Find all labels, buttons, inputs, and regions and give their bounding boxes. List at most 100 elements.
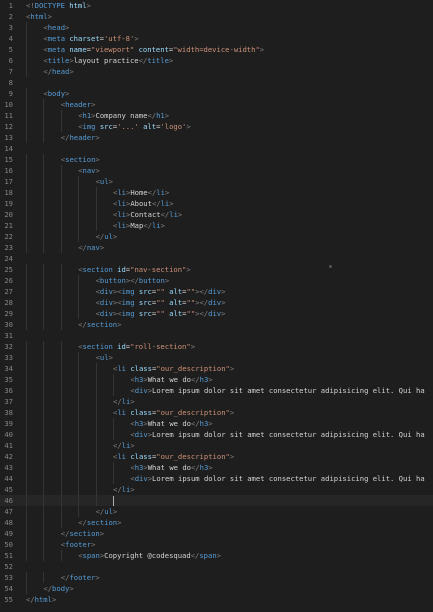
code-line[interactable]: 45 </li> <box>0 484 433 495</box>
code-line[interactable]: 28 <div><img src="" alt=""></div> <box>0 297 433 308</box>
code-line[interactable]: 43 <h3>What we do</h3> <box>0 462 433 473</box>
code-line[interactable]: 49 </section> <box>0 528 433 539</box>
code-line[interactable]: 30 </section> <box>0 319 433 330</box>
code-text[interactable]: <header> <box>61 99 96 110</box>
code-text[interactable]: <h1>Company name</h1> <box>78 110 169 121</box>
code-text[interactable]: <div>Lorem ipsum dolor sit amet consecte… <box>130 385 424 396</box>
code-text[interactable]: <li class="our_description"> <box>113 407 234 418</box>
code-line[interactable]: 54 </body> <box>0 583 433 594</box>
code-line[interactable]: 24 <box>0 253 433 264</box>
code-text[interactable]: <!DOCTYPE html> <box>26 0 91 11</box>
code-text[interactable]: <ul> <box>96 176 113 187</box>
code-text[interactable]: <button></button> <box>96 275 170 286</box>
code-line[interactable]: 41 </li> <box>0 440 433 451</box>
code-text[interactable]: </section> <box>78 517 121 528</box>
code-line[interactable]: 50 <footer> <box>0 539 433 550</box>
code-line[interactable]: 44 <div>Lorem ipsum dolor sit amet consec… <box>0 473 433 484</box>
code-line[interactable]: 35 <h3>What we do</h3> <box>0 374 433 385</box>
code-text[interactable]: <div>Lorem ipsum dolor sit amet consecte… <box>130 429 424 440</box>
code-text[interactable]: <h3>What we do</h3> <box>130 462 212 473</box>
code-line[interactable]: 2 <html> <box>0 11 433 22</box>
code-text[interactable]: <title>layout practice</title> <box>43 55 173 66</box>
code-line[interactable]: 38 <li class="our_description"> <box>0 407 433 418</box>
code-line[interactable]: 1 <!DOCTYPE html> <box>0 0 433 11</box>
code-text[interactable]: <section id="nav-section"> <box>78 264 191 275</box>
code-line[interactable]: 46 <box>0 495 433 506</box>
code-line[interactable]: 10 <header> <box>0 99 433 110</box>
code-text[interactable]: <head> <box>43 22 69 33</box>
code-line[interactable]: 26 <button></button> <box>0 275 433 286</box>
code-text[interactable]: <li>Map</li> <box>113 220 165 231</box>
code-line[interactable]: 4 <meta charset='utf-8'> <box>0 33 433 44</box>
code-text[interactable]: </header> <box>61 132 100 143</box>
code-text[interactable]: </li> <box>113 440 135 451</box>
code-text[interactable]: <h3>What we do</h3> <box>130 374 212 385</box>
code-text[interactable]: <html> <box>26 11 52 22</box>
code-line[interactable]: 16 <nav> <box>0 165 433 176</box>
code-line[interactable]: 40 <div>Lorem ipsum dolor sit amet consec… <box>0 429 433 440</box>
code-line[interactable]: 25 <section id="nav-section"> <box>0 264 433 275</box>
code-text[interactable]: <section> <box>61 154 100 165</box>
code-line[interactable]: 47 </ul> <box>0 506 433 517</box>
code-line[interactable]: 6 <title>layout practice</title> <box>0 55 433 66</box>
code-text[interactable]: <div><img src="" alt=""></div> <box>96 286 226 297</box>
code-text[interactable]: <h3>What we do</h3> <box>130 418 212 429</box>
code-line[interactable]: 17 <ul> <box>0 176 433 187</box>
code-line[interactable]: 27 <div><img src="" alt=""></div> <box>0 286 433 297</box>
code-line[interactable]: 18 <li>Home</li> <box>0 187 433 198</box>
code-line[interactable]: 15 <section> <box>0 154 433 165</box>
code-text[interactable]: </section> <box>78 319 121 330</box>
code-line[interactable]: 53 </footer> <box>0 572 433 583</box>
code-text[interactable]: </html> <box>26 594 56 605</box>
code-text[interactable]: <meta name="viewport" content="width=dev… <box>43 44 264 55</box>
code-text[interactable]: <footer> <box>61 539 96 550</box>
code-text[interactable]: <li class="our_description"> <box>113 451 234 462</box>
code-line[interactable]: 32 <section id="roll-section"> <box>0 341 433 352</box>
code-text[interactable]: <section id="roll-section"> <box>78 341 195 352</box>
code-text[interactable]: <div><img src="" alt=""></div> <box>96 297 226 308</box>
code-text[interactable]: <li class="our_description"> <box>113 363 234 374</box>
code-line[interactable]: 21 <li>Map</li> <box>0 220 433 231</box>
code-line[interactable]: 14 <box>0 143 433 154</box>
code-line[interactable]: 23 </nav> <box>0 242 433 253</box>
code-line[interactable]: 31 <box>0 330 433 341</box>
code-line[interactable]: 5 <meta name="viewport" content="width=de… <box>0 44 433 55</box>
code-line[interactable]: 39 <h3>What we do</h3> <box>0 418 433 429</box>
code-line[interactable]: 13 </header> <box>0 132 433 143</box>
code-line[interactable]: 36 <div>Lorem ipsum dolor sit amet consec… <box>0 385 433 396</box>
code-text[interactable]: </nav> <box>78 242 104 253</box>
code-line[interactable]: 37 </li> <box>0 396 433 407</box>
code-line[interactable]: 42 <li class="our_description"> <box>0 451 433 462</box>
code-text[interactable]: </ul> <box>96 506 118 517</box>
code-text[interactable]: <li>Home</li> <box>113 187 169 198</box>
code-text[interactable]: <img src='...' alt='logo'> <box>78 121 191 132</box>
code-text[interactable]: </li> <box>113 484 135 495</box>
code-line[interactable]: 48 </section> <box>0 517 433 528</box>
code-text[interactable]: </li> <box>113 396 135 407</box>
code-line[interactable]: 3 <head> <box>0 22 433 33</box>
code-text[interactable]: <li>Contact</li> <box>113 209 182 220</box>
code-line[interactable]: 9 <body> <box>0 88 433 99</box>
code-text[interactable]: </footer> <box>61 572 100 583</box>
code-text[interactable]: <meta charset='utf-8'> <box>43 33 138 44</box>
code-text[interactable]: </section> <box>61 528 104 539</box>
code-text[interactable]: </body> <box>43 583 73 594</box>
code-text[interactable]: <body> <box>43 88 69 99</box>
code-line[interactable]: 33 <ul> <box>0 352 433 363</box>
code-text[interactable]: <div>Lorem ipsum dolor sit amet consecte… <box>130 473 424 484</box>
code-line[interactable]: 12 <img src='...' alt='logo'> <box>0 121 433 132</box>
code-text[interactable]: <span>Copyright @codesquad</span> <box>78 550 221 561</box>
code-line[interactable]: 11 <h1>Company name</h1> <box>0 110 433 121</box>
code-line[interactable]: 29 <div><img src="" alt=""></div> <box>0 308 433 319</box>
code-line[interactable]: 52 <box>0 561 433 572</box>
code-line[interactable]: 51 <span>Copyright @codesquad</span> <box>0 550 433 561</box>
code-line[interactable]: 7 </head> <box>0 66 433 77</box>
code-line[interactable]: 8 <box>0 77 433 88</box>
code-text[interactable]: </ul> <box>96 231 118 242</box>
code-text[interactable]: <nav> <box>78 165 100 176</box>
code-line[interactable]: 55 </html> <box>0 594 433 605</box>
code-editor[interactable]: 1 <!DOCTYPE html> 2 <html> 3 <head> 4 <meta cha… <box>0 0 433 612</box>
code-line[interactable]: 20 <li>Contact</li> <box>0 209 433 220</box>
code-line[interactable]: 34 <li class="our_description"> <box>0 363 433 374</box>
code-line[interactable]: 22 </ul> <box>0 231 433 242</box>
